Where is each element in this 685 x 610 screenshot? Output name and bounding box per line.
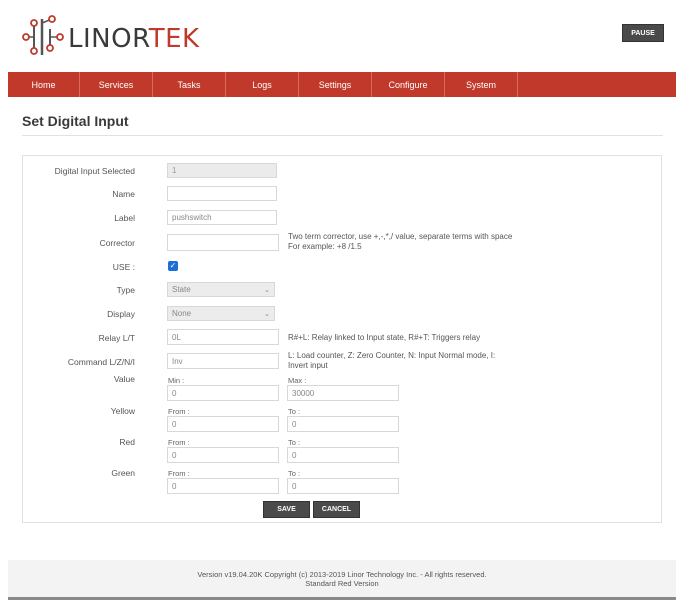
red-to-input[interactable]: 0	[287, 447, 399, 463]
value-max-label: Max :	[288, 376, 307, 385]
corrector-help-line2: For example: +8 /1.5	[288, 242, 362, 251]
corrector-help: Two term corrector, use +,-,*,/ value, s…	[288, 232, 512, 252]
command-help-line2: Invert input	[288, 361, 328, 370]
green-from-label: From :	[168, 469, 190, 478]
relay-label: Relay L/T	[98, 333, 135, 343]
page-title: Set Digital Input	[22, 113, 129, 129]
footer-version: Standard Red Version	[305, 579, 379, 588]
corrector-input[interactable]	[167, 234, 279, 251]
digital-input-selected-label: Digital Input Selected	[54, 166, 135, 176]
yellow-from-input[interactable]: 0	[167, 416, 279, 432]
save-button[interactable]: SAVE	[263, 501, 310, 518]
green-to-input[interactable]: 0	[287, 478, 399, 494]
display-label: Display	[107, 309, 135, 319]
relay-input[interactable]: 0L	[167, 329, 279, 345]
red-to-label: To :	[288, 438, 301, 447]
digital-input-form: Digital Input Selected 1 Name Label push…	[22, 155, 662, 523]
yellow-from-label: From :	[168, 407, 190, 416]
type-label: Type	[116, 285, 135, 295]
checkmark-icon: ✓	[169, 261, 177, 270]
nav-item-system[interactable]: System	[445, 72, 518, 97]
display-select[interactable]: None ⌄	[167, 306, 275, 321]
nav-item-configure[interactable]: Configure	[372, 72, 445, 97]
nav-item-logs[interactable]: Logs	[226, 72, 299, 97]
logo-text-part2: TEK	[148, 24, 200, 54]
corrector-help-line1: Two term corrector, use +,-,*,/ value, s…	[288, 232, 513, 241]
logo-text-part1: LINOR	[68, 24, 149, 54]
command-help-line1: L: Load counter, Z: Zero Counter, N: Inp…	[288, 351, 496, 360]
nav-item-home[interactable]: Home	[8, 72, 80, 97]
yellow-to-input[interactable]: 0	[287, 416, 399, 432]
cancel-button[interactable]: CANCEL	[313, 501, 360, 518]
main-nav: Home Services Tasks Logs Settings Config…	[8, 72, 676, 97]
yellow-label: Yellow	[110, 406, 135, 416]
nav-item-settings[interactable]: Settings	[299, 72, 372, 97]
red-label: Red	[119, 437, 135, 447]
value-max-input[interactable]: 30000	[287, 385, 399, 401]
red-from-input[interactable]: 0	[167, 447, 279, 463]
use-checkbox[interactable]: ✓	[168, 261, 178, 271]
digital-input-selected-field: 1	[167, 163, 277, 178]
circuit-logo-icon	[22, 15, 64, 55]
yellow-to-label: To :	[288, 407, 301, 416]
relay-help: R#+L: Relay linked to Input state, R#+T:…	[288, 333, 481, 342]
use-label: USE :	[112, 262, 135, 272]
command-help: L: Load counter, Z: Zero Counter, N: Inp…	[288, 351, 495, 371]
linortek-logo: LINORTEK	[22, 15, 202, 59]
logo-text: LINORTEK	[68, 24, 200, 54]
command-input[interactable]: Inv	[167, 353, 279, 369]
red-from-label: From :	[168, 438, 190, 447]
green-from-input[interactable]: 0	[167, 478, 279, 494]
type-select[interactable]: State ⌄	[167, 282, 275, 297]
name-label: Name	[112, 189, 135, 199]
label-label: Label	[114, 213, 135, 223]
footer: Version v19.04.20K Copyright (c) 2013-20…	[8, 560, 676, 600]
green-label: Green	[111, 468, 135, 478]
header: LINORTEK PAUSE	[0, 0, 685, 70]
display-select-value: None	[172, 309, 192, 318]
value-min-label: Min :	[168, 376, 185, 385]
footer-copyright: Version v19.04.20K Copyright (c) 2013-20…	[197, 570, 487, 579]
title-divider	[22, 135, 663, 136]
chevron-down-icon: ⌄	[264, 310, 270, 318]
corrector-label: Corrector	[99, 238, 135, 248]
command-label: Command L/Z/N/I	[67, 357, 135, 367]
pause-button[interactable]: PAUSE	[622, 24, 664, 42]
nav-item-tasks[interactable]: Tasks	[153, 72, 226, 97]
name-input[interactable]	[167, 186, 277, 201]
value-min-input[interactable]: 0	[167, 385, 279, 401]
label-input[interactable]: pushswitch	[167, 210, 277, 225]
nav-item-services[interactable]: Services	[80, 72, 153, 97]
green-to-label: To :	[288, 469, 301, 478]
chevron-down-icon: ⌄	[264, 286, 270, 294]
type-select-value: State	[172, 285, 191, 294]
value-label: Value	[113, 374, 135, 384]
